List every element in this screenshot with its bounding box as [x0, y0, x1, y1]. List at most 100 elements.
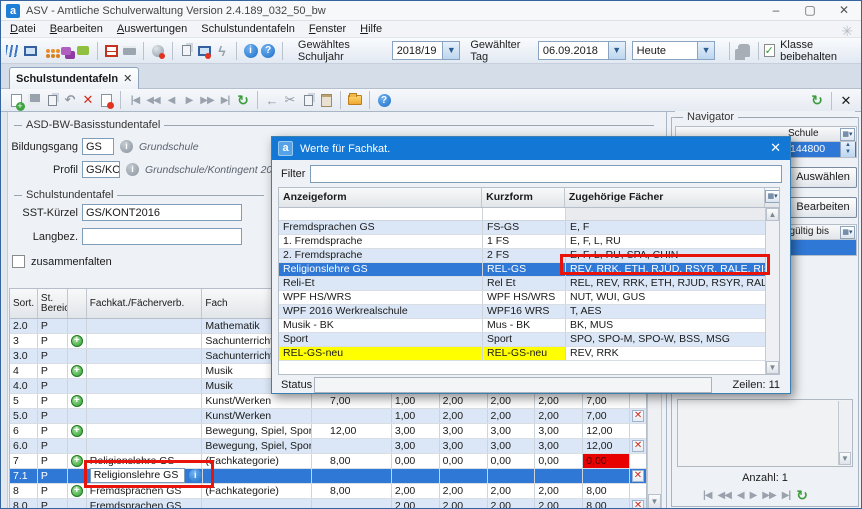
nav-first-icon[interactable]: |◀: [127, 92, 143, 108]
list-item[interactable]: WPF 2016 WerkrealschuleWPF16 WRST, AES: [279, 305, 779, 319]
menu-schulstundentafeln[interactable]: Schulstundentafeln: [194, 22, 302, 36]
column-config-icon[interactable]: ▦▾: [765, 188, 779, 207]
list-item[interactable]: Musik - BKMus - BKBK, MUS: [279, 319, 779, 333]
fachkat-edit-field[interactable]: Religionslehre GS: [90, 468, 185, 483]
nav-first-icon[interactable]: |◀: [703, 490, 712, 501]
refresh-icon[interactable]: ↻: [235, 92, 251, 108]
close-button[interactable]: ✕: [827, 1, 861, 21]
table-row[interactable]: 7P+Religionslehre GS(Fachkategorie)8,000…: [10, 454, 646, 469]
delete-record-icon[interactable]: ✕: [80, 92, 96, 108]
menu-fenster[interactable]: Fenster: [302, 22, 353, 36]
add-subject-icon[interactable]: +: [71, 395, 83, 407]
copy-icon[interactable]: [300, 92, 316, 108]
tab-close-icon[interactable]: ✕: [123, 72, 132, 85]
header-anzeigeform[interactable]: Anzeigeform: [279, 188, 482, 207]
table-row[interactable]: 8P+Fremdsprachen GS(Fachkategorie)8,002,…: [10, 484, 646, 499]
list-item[interactable]: WPF HS/WRSWPF HS/WRSNUT, WUI, GUS: [279, 291, 779, 305]
timetable-icon[interactable]: [104, 42, 120, 60]
delete-row-icon[interactable]: ✕: [632, 410, 644, 422]
list-item[interactable]: 1. Fremdsprache1 FSE, F, L, RU: [279, 235, 779, 249]
help-icon[interactable]: ?: [260, 42, 276, 60]
duplicate-icon[interactable]: [44, 92, 60, 108]
info-icon[interactable]: i: [126, 163, 139, 176]
new-record-icon[interactable]: [8, 92, 24, 108]
auswaehlen-button[interactable]: Auswählen: [789, 167, 857, 188]
nav-back-icon[interactable]: ◀: [737, 490, 744, 501]
info-icon[interactable]: i: [243, 42, 259, 60]
add-subject-icon[interactable]: +: [71, 425, 83, 437]
minimize-button[interactable]: –: [759, 1, 793, 21]
classes-icon[interactable]: [5, 42, 21, 60]
spinner-up-down-icon[interactable]: ▲▼: [840, 142, 855, 157]
table-row[interactable]: 8.0PFremdsprachen GS2,002,002,002,008,00…: [10, 499, 646, 509]
header-sort[interactable]: Sort.: [10, 289, 38, 318]
list-item[interactable]: Religionslehre GSREL-GSREV, RRK, ETH, RJ…: [279, 263, 779, 277]
nav-back-icon[interactable]: ◀: [163, 92, 179, 108]
profil-field[interactable]: GS/KO: [82, 161, 120, 178]
undo-icon[interactable]: ↶: [62, 92, 78, 108]
delete-row-icon[interactable]: ✕: [632, 440, 644, 452]
workstation-icon[interactable]: [23, 42, 39, 60]
maximize-button[interactable]: ▢: [793, 1, 827, 21]
students-icon[interactable]: [40, 42, 56, 60]
header-bereich[interactable]: St. Bereich: [38, 289, 68, 318]
list-item[interactable]: REL-GS-neuREL-GS-neuREV, RRK: [279, 347, 779, 361]
nav-forward-icon[interactable]: ▶: [750, 490, 757, 501]
module-close-icon[interactable]: ✕: [838, 93, 854, 109]
monitor-alert-icon[interactable]: [197, 42, 213, 60]
table-row[interactable]: 5P+Kunst/Werken7,001,002,002,002,007,00: [10, 394, 646, 409]
open-folder-icon[interactable]: [347, 92, 363, 108]
chevron-down-icon[interactable]: ▼: [608, 42, 625, 59]
bildungsgang-field[interactable]: GS: [82, 138, 114, 155]
zusammenfalten-checkbox[interactable]: [12, 255, 25, 268]
chat-icon[interactable]: [76, 42, 92, 60]
tab-schulstundentafeln[interactable]: Schulstundentafeln ✕: [9, 67, 139, 89]
table-row[interactable]: 7.1PReligionslehre GSi✕: [10, 469, 646, 484]
delete-row-icon[interactable]: ✕: [632, 500, 644, 509]
header-fachkat[interactable]: Fachkat./Fächerverb.: [87, 289, 203, 318]
menu-datei[interactable]: Datei: [3, 22, 43, 36]
dialog-close-icon[interactable]: ✕: [770, 140, 781, 156]
form-options-icon[interactable]: [98, 92, 114, 108]
add-subject-icon[interactable]: +: [71, 455, 83, 467]
list-item[interactable]: Fremdsprachen GSFS-GSE, F: [279, 221, 779, 235]
list-item[interactable]: 2. Fremdsprache2 FSE, F, L, RU, SPA, CHI…: [279, 249, 779, 263]
info-icon[interactable]: i: [189, 469, 202, 482]
messages-icon[interactable]: [58, 42, 74, 60]
menu-bearbeiten[interactable]: Bearbeiten: [43, 22, 110, 36]
column-config-icon[interactable]: ▦▾: [840, 226, 855, 239]
menu-hilfe[interactable]: Hilfe: [353, 22, 389, 36]
klasse-beibehalten-checkbox[interactable]: ✓: [764, 44, 776, 57]
dialog-scrollbar[interactable]: ▲ ▼: [765, 208, 779, 374]
result-list[interactable]: ▼: [677, 399, 853, 467]
header-kurzform[interactable]: Kurzform: [482, 188, 565, 207]
scroll-down-icon[interactable]: ▼: [839, 452, 851, 465]
bearbeiten-button[interactable]: Bearbeiten: [789, 197, 857, 218]
back-arrow-icon[interactable]: ←: [264, 92, 280, 108]
report-print-icon[interactable]: [122, 42, 138, 60]
quick-action-icon[interactable]: ϟ: [214, 42, 230, 60]
refresh-icon[interactable]: ↻: [796, 487, 808, 504]
table-row[interactable]: 5.0PKunst/Werken1,002,002,002,007,00✕: [10, 409, 646, 424]
table-row[interactable]: 6.0PBewegung, Spiel, Sport3,003,003,003,…: [10, 439, 646, 454]
delete-row-icon[interactable]: ✕: [632, 470, 644, 482]
fachkat-filter-row[interactable]: [279, 208, 779, 221]
add-subject-icon[interactable]: +: [71, 335, 83, 347]
day-mode-select[interactable]: Heute ▼: [632, 41, 715, 60]
list-item[interactable]: SportSportSPO, SPO-M, SPO-W, BSS, MSG: [279, 333, 779, 347]
menu-auswertungen[interactable]: Auswertungen: [110, 22, 194, 36]
copy-windows-icon[interactable]: [179, 42, 195, 60]
thumb-icon[interactable]: [736, 42, 752, 60]
nav-last-icon[interactable]: ▶|: [217, 92, 233, 108]
cut-icon[interactable]: ✂: [282, 92, 298, 108]
schuljahr-select[interactable]: 2018/19 ▼: [392, 41, 461, 60]
nav-forward-icon[interactable]: ▶: [181, 92, 197, 108]
nav-fast-back-icon[interactable]: ◀◀: [718, 490, 731, 501]
nav-fast-back-icon[interactable]: ◀◀: [145, 92, 161, 108]
nav-fast-forward-icon[interactable]: ▶▶: [199, 92, 215, 108]
chevron-down-icon[interactable]: ▼: [442, 42, 459, 59]
list-item[interactable]: Reli-EtRel EtREL, REV, RRK, ETH, RJUD, R…: [279, 277, 779, 291]
column-config-icon[interactable]: ▦▾: [840, 128, 855, 141]
nav-fast-forward-icon[interactable]: ▶▶: [762, 490, 775, 501]
add-subject-icon[interactable]: +: [71, 485, 83, 497]
